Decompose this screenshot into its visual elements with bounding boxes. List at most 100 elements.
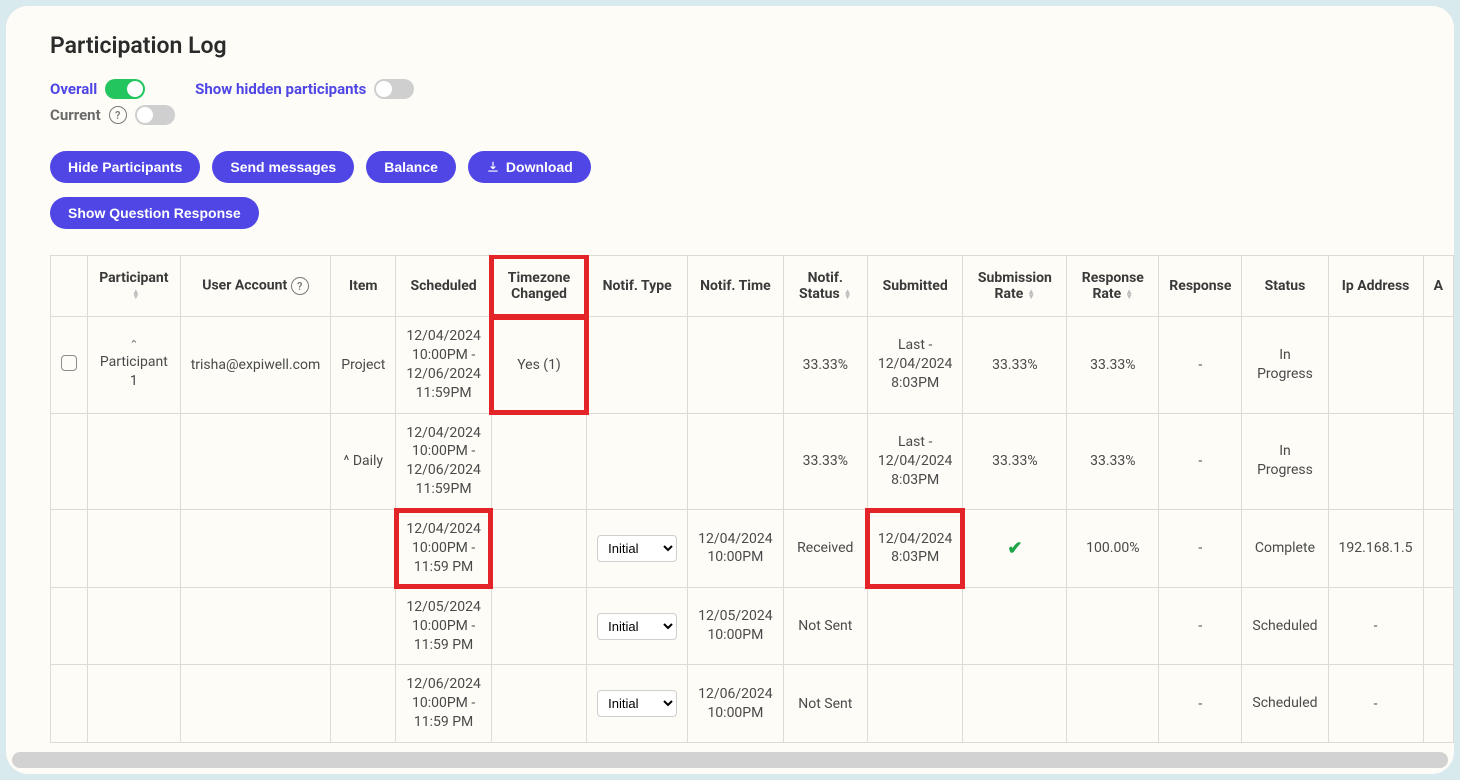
sort-icon: ▲▼ <box>844 289 852 299</box>
cell-submission-rate: ✔ <box>963 510 1067 588</box>
page-title: Participation Log <box>50 32 1410 59</box>
col-response-rate[interactable]: Response Rate▲▼ <box>1067 256 1159 317</box>
cell-ip-address <box>1328 317 1423 414</box>
cell-response: - <box>1159 587 1242 665</box>
toggles-row-1: Overall Show hidden participants <box>50 79 1410 99</box>
cell-response: - <box>1159 665 1242 743</box>
cell-extra <box>1423 587 1453 665</box>
cell-notif-status: 33.33% <box>783 317 867 414</box>
col-notif-type[interactable]: Notif. Type <box>587 256 688 317</box>
overall-toggle[interactable] <box>105 79 145 99</box>
check-icon: ✔ <box>1007 538 1022 559</box>
cell-scheduled: 12/05/202410:00PM -11:59 PM <box>396 587 492 665</box>
cell-item <box>331 665 396 743</box>
col-notif-time[interactable]: Notif. Time <box>688 256 784 317</box>
cell-notif-time: 12/04/202410:00PM <box>688 510 784 588</box>
table-row: 12/05/202410:00PM -11:59 PM Initial 12/05/… <box>51 587 1454 665</box>
participation-table: Participant▲▼ User Account ? Item Schedu… <box>50 255 1454 743</box>
table-row: 12/06/202410:00PM -11:59 PM Initial 12/06/… <box>51 665 1454 743</box>
cell-status: Scheduled <box>1242 587 1328 665</box>
col-checkbox <box>51 256 88 317</box>
cell-notif-time: 12/06/202410:00PM <box>688 665 784 743</box>
cell-extra <box>1423 413 1453 510</box>
cell-checkbox <box>51 587 88 665</box>
balance-button[interactable]: Balance <box>366 151 456 183</box>
cell-response-rate: 33.33% <box>1067 317 1159 414</box>
col-status[interactable]: Status <box>1242 256 1328 317</box>
cell-submission-rate <box>963 587 1067 665</box>
col-timezone-changed[interactable]: Timezone Changed <box>491 256 586 317</box>
button-row-2: Show Question Response <box>50 197 1410 229</box>
col-extra[interactable]: A <box>1423 256 1453 317</box>
cell-notif-status: Received <box>783 510 867 588</box>
table-header-row: Participant▲▼ User Account ? Item Schedu… <box>51 256 1454 317</box>
overall-label: Overall <box>50 80 97 98</box>
cell-ip-address <box>1328 413 1423 510</box>
cell-notif-time <box>688 413 784 510</box>
cell-notif-type: Initial <box>587 587 688 665</box>
cell-extra <box>1423 665 1453 743</box>
cell-user-account <box>180 587 331 665</box>
cell-scheduled: 12/06/202410:00PM -11:59 PM <box>396 665 492 743</box>
cell-submitted <box>867 587 963 665</box>
cell-timezone-changed <box>491 413 586 510</box>
help-icon[interactable]: ? <box>109 106 127 124</box>
notif-type-select[interactable]: Initial <box>597 535 677 562</box>
cell-participant: ⌃Participant1 <box>88 317 181 414</box>
cell-response: - <box>1159 510 1242 588</box>
col-scheduled[interactable]: Scheduled <box>396 256 492 317</box>
cell-participant <box>88 510 181 588</box>
cell-participant <box>88 665 181 743</box>
cell-status: InProgress <box>1242 317 1328 414</box>
col-submission-rate[interactable]: Submission Rate▲▼ <box>963 256 1067 317</box>
hide-participants-button[interactable]: Hide Participants <box>50 151 200 183</box>
col-user-account[interactable]: User Account ? <box>180 256 331 317</box>
send-messages-button[interactable]: Send messages <box>212 151 354 183</box>
show-question-response-button[interactable]: Show Question Response <box>50 197 259 229</box>
cell-notif-type <box>587 317 688 414</box>
table-row: ⌃Participant1trisha@expiwell.comProject1… <box>51 317 1454 414</box>
download-button[interactable]: Download <box>468 151 591 183</box>
cell-participant <box>88 413 181 510</box>
sort-icon: ▲▼ <box>1125 289 1133 299</box>
current-toggle[interactable] <box>135 105 175 125</box>
cell-response-rate: 33.33% <box>1067 413 1159 510</box>
notif-type-select[interactable]: Initial <box>597 690 677 717</box>
button-row-1: Hide Participants Send messages Balance … <box>50 151 1410 183</box>
col-item[interactable]: Item <box>331 256 396 317</box>
cell-user-account <box>180 413 331 510</box>
col-response[interactable]: Response <box>1159 256 1242 317</box>
col-participant[interactable]: Participant▲▼ <box>88 256 181 317</box>
cell-ip-address: - <box>1328 587 1423 665</box>
cell-participant <box>88 587 181 665</box>
cell-submission-rate: 33.33% <box>963 413 1067 510</box>
toggles-row-2: Current ? <box>50 105 1410 125</box>
cell-item <box>331 510 396 588</box>
table-scroll[interactable]: Participant▲▼ User Account ? Item Schedu… <box>6 255 1454 749</box>
current-toggle-row: Current ? <box>50 105 175 125</box>
cell-scheduled: 12/04/202410:00PM -12/06/202411:59PM <box>396 413 492 510</box>
cell-response-rate: 100.00% <box>1067 510 1159 588</box>
col-submitted[interactable]: Submitted <box>867 256 963 317</box>
help-icon[interactable]: ? <box>291 277 309 295</box>
cell-status: InProgress <box>1242 413 1328 510</box>
row-checkbox[interactable] <box>61 355 77 371</box>
cell-notif-time: 12/05/202410:00PM <box>688 587 784 665</box>
notif-type-select[interactable]: Initial <box>597 613 677 640</box>
cell-submitted <box>867 665 963 743</box>
cell-timezone-changed <box>491 510 586 588</box>
cell-user-account <box>180 665 331 743</box>
cell-item: ^ Daily <box>331 413 396 510</box>
cell-notif-status: 33.33% <box>783 413 867 510</box>
col-notif-status[interactable]: Notif. Status▲▼ <box>783 256 867 317</box>
overall-toggle-row: Overall <box>50 79 145 99</box>
cell-item <box>331 587 396 665</box>
cell-response: - <box>1159 317 1242 414</box>
cell-scheduled: 12/04/202410:00PM -12/06/202411:59PM <box>396 317 492 414</box>
cell-submission-rate <box>963 665 1067 743</box>
cell-response-rate <box>1067 665 1159 743</box>
col-ip-address[interactable]: Ip Address <box>1328 256 1423 317</box>
show-hidden-toggle-row: Show hidden participants <box>195 79 414 99</box>
show-hidden-toggle[interactable] <box>374 79 414 99</box>
cell-user-account <box>180 510 331 588</box>
